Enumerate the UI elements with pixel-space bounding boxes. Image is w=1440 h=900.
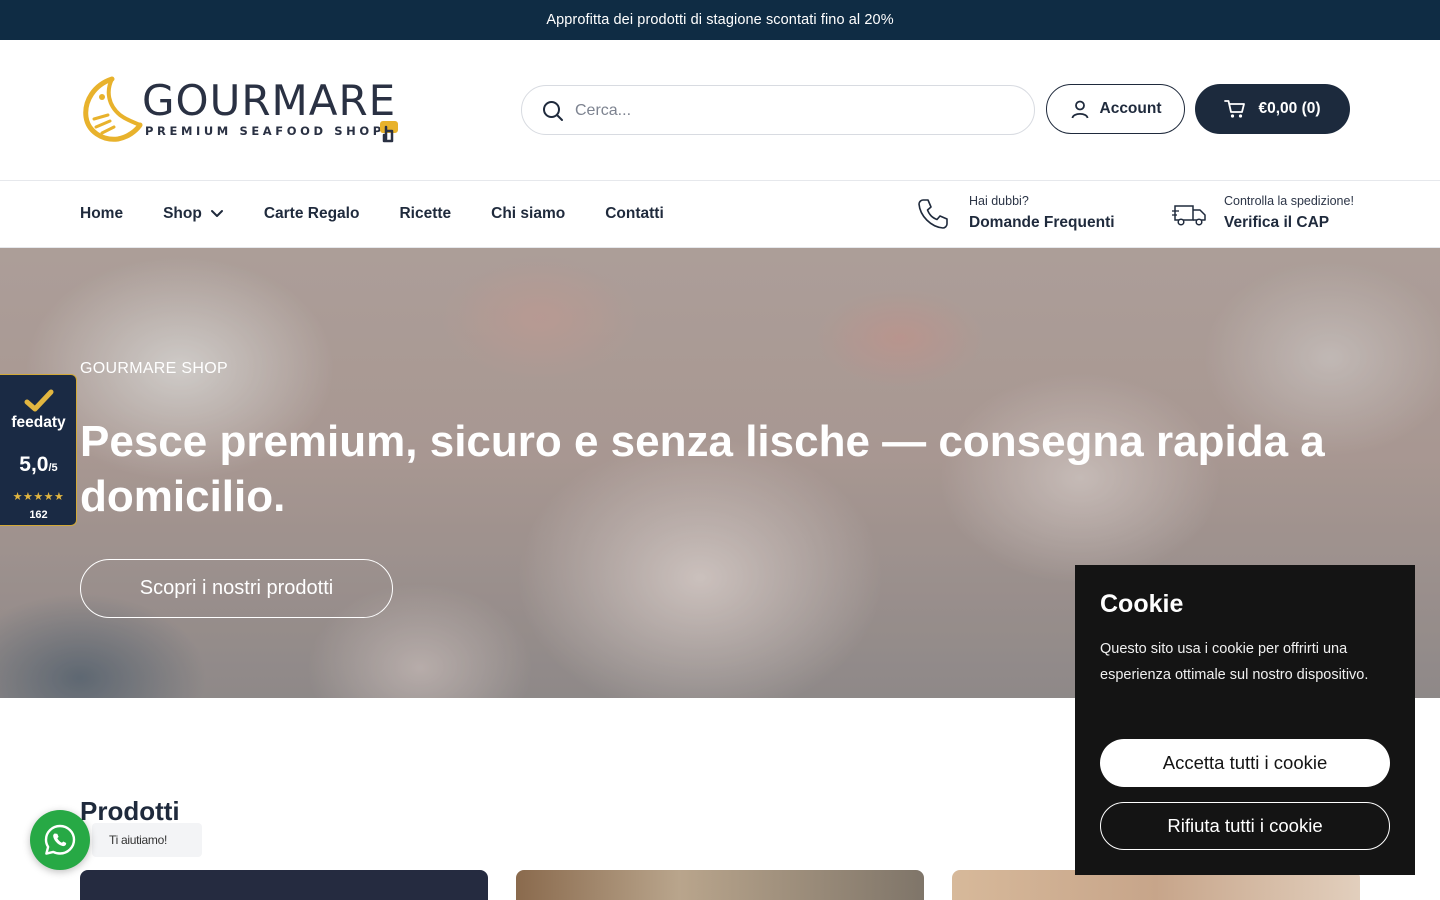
nav-list: Home Shop Carte Regalo Ricette Chi siamo… [80, 181, 704, 247]
announcement-text: Approfitta dei prodotti di stagione scon… [546, 12, 894, 28]
account-label: Account [1099, 100, 1162, 117]
whatsapp-tooltip: Ti aiutiamo! [92, 823, 202, 857]
faq-small: Hai dubbi? [969, 194, 1029, 208]
cookie-banner: Cookie Questo sito usa i cookie per offr… [1075, 565, 1415, 875]
reject-cookies-button[interactable]: Rifiuta tutti i cookie [1100, 802, 1390, 850]
fish-logo-icon [83, 76, 143, 142]
nav-item-home[interactable]: Home [80, 205, 123, 223]
rating-stars-icon: ★★★★★ [12, 491, 65, 503]
score-value: 5,0 [19, 453, 49, 476]
nav-label: Chi siamo [491, 205, 566, 222]
nav-item-shop[interactable]: Shop [163, 205, 224, 223]
nav-item-contacts[interactable]: Contatti [605, 205, 664, 223]
truck-icon [1172, 204, 1206, 226]
nav-item-about[interactable]: Chi siamo [491, 205, 565, 223]
search-bar[interactable] [521, 85, 1035, 135]
shipping-link[interactable]: Controlla la spedizione! Verifica il CAP [1172, 193, 1354, 234]
accept-cookies-button[interactable]: Accetta tutti i cookie [1100, 739, 1390, 787]
chevron-down-icon [210, 210, 223, 217]
announcement-bar: Approfitta dei prodotti di stagione scon… [0, 0, 1440, 40]
whatsapp-button[interactable] [30, 810, 90, 870]
phone-icon [918, 198, 948, 229]
search-icon [543, 101, 563, 121]
score-scale: /5 [48, 462, 58, 474]
whatsapp-icon [44, 824, 76, 855]
nav-item-gift-cards[interactable]: Carte Regalo [264, 205, 360, 223]
hero-cta-button[interactable]: Scopri i nostri prodotti [80, 559, 393, 618]
shipping-big: Verifica il CAP [1224, 214, 1330, 231]
site-header: GOURMARE PREMIUM SEAFOOD SHOP Account €0… [0, 40, 1440, 180]
logo[interactable]: GOURMARE PREMIUM SEAFOOD SHOP [80, 75, 405, 145]
account-button[interactable]: Account [1046, 84, 1185, 134]
logo-tagline: PREMIUM SEAFOOD SHOP [145, 124, 385, 138]
pointer-hand-icon [380, 121, 398, 143]
nav-item-recipes[interactable]: Ricette [399, 205, 451, 223]
nav-label: Carte Regalo [263, 205, 360, 222]
nav-label: Home [80, 205, 124, 222]
logo-name: GOURMARE [142, 76, 397, 125]
feedaty-brand: feedaty [11, 414, 66, 431]
user-icon [1071, 100, 1088, 119]
hero-eyebrow: GOURMARE SHOP [80, 360, 228, 377]
cart-icon [1224, 100, 1246, 118]
cart-total: €0,00 (0) [1258, 100, 1321, 117]
product-card[interactable] [80, 870, 488, 900]
nav-label: Contatti [605, 205, 664, 222]
feedaty-badge[interactable]: feedaty 5,0/5 ★★★★★ 162 [0, 374, 77, 526]
faq-big: Domande Frequenti [969, 214, 1115, 231]
review-count: 162 [29, 509, 48, 521]
nav-label: Shop [163, 205, 202, 222]
check-icon [24, 389, 54, 412]
feedaty-score: 5,0/5 [0, 453, 77, 477]
hero-title: Pesce premium, sicuro e senza lische — c… [80, 417, 1325, 521]
cart-button[interactable]: €0,00 (0) [1195, 84, 1350, 134]
search-input[interactable] [575, 98, 1015, 124]
nav-label: Ricette [399, 205, 452, 222]
main-nav: Home Shop Carte Regalo Ricette Chi siamo… [0, 180, 1440, 248]
faq-link[interactable]: Hai dubbi? Domande Frequenti [915, 193, 1115, 234]
product-card[interactable] [516, 870, 924, 900]
cookie-title: Cookie [1100, 590, 1184, 618]
cookie-text: Questo sito usa i cookie per offrirti un… [1100, 641, 1369, 683]
shipping-small: Controlla la spedizione! [1224, 194, 1354, 208]
